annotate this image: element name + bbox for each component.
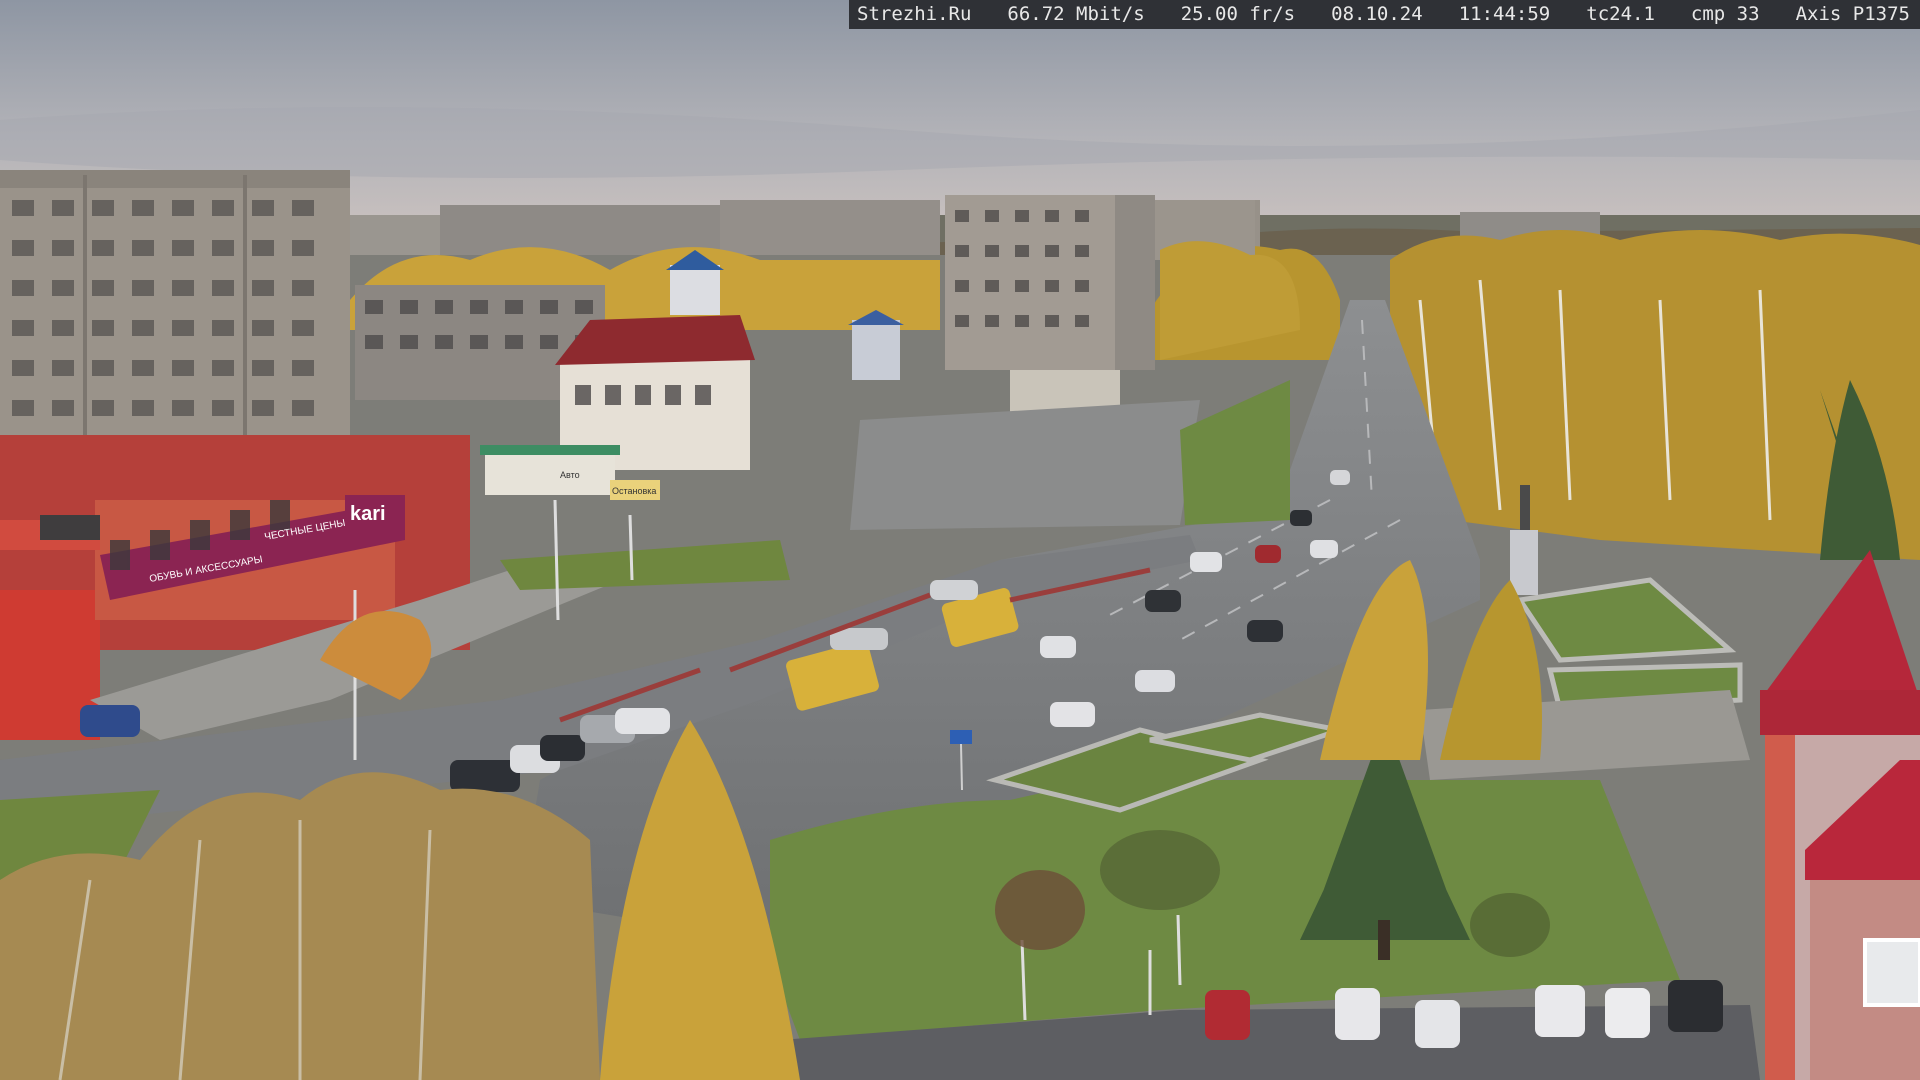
overlay-site: Strezhi.Ru <box>857 3 972 25</box>
overlay-bitrate: 66.72 Mbit/s <box>1007 3 1145 25</box>
overlay-tc: tc24.1 <box>1586 3 1655 25</box>
overlay-camera: Axis P1375 <box>1795 3 1910 25</box>
kiosk-sign: Авто <box>560 470 580 480</box>
plaza <box>850 400 1200 530</box>
webcam-scene: kari ОБУВЬ И АКСЕССУАРЫ ЧЕСТНЫЕ ЦЕНЫ Авт… <box>0 0 1920 1080</box>
overlay-cmp: cmp 33 <box>1690 3 1760 25</box>
store-brand-sign: kari <box>350 503 386 525</box>
kiosk: Авто <box>480 445 620 495</box>
overlay-date: 08.10.24 <box>1331 3 1423 25</box>
bus-stop-sign: Остановка <box>612 486 656 496</box>
overlay-time: 11:44:59 <box>1458 3 1551 25</box>
overlay-framerate: 25.00 fr/s <box>1180 3 1296 25</box>
camera-info-overlay: Strezhi.Ru 66.72 Mbit/s 25.00 fr/s 08.10… <box>849 0 1920 29</box>
